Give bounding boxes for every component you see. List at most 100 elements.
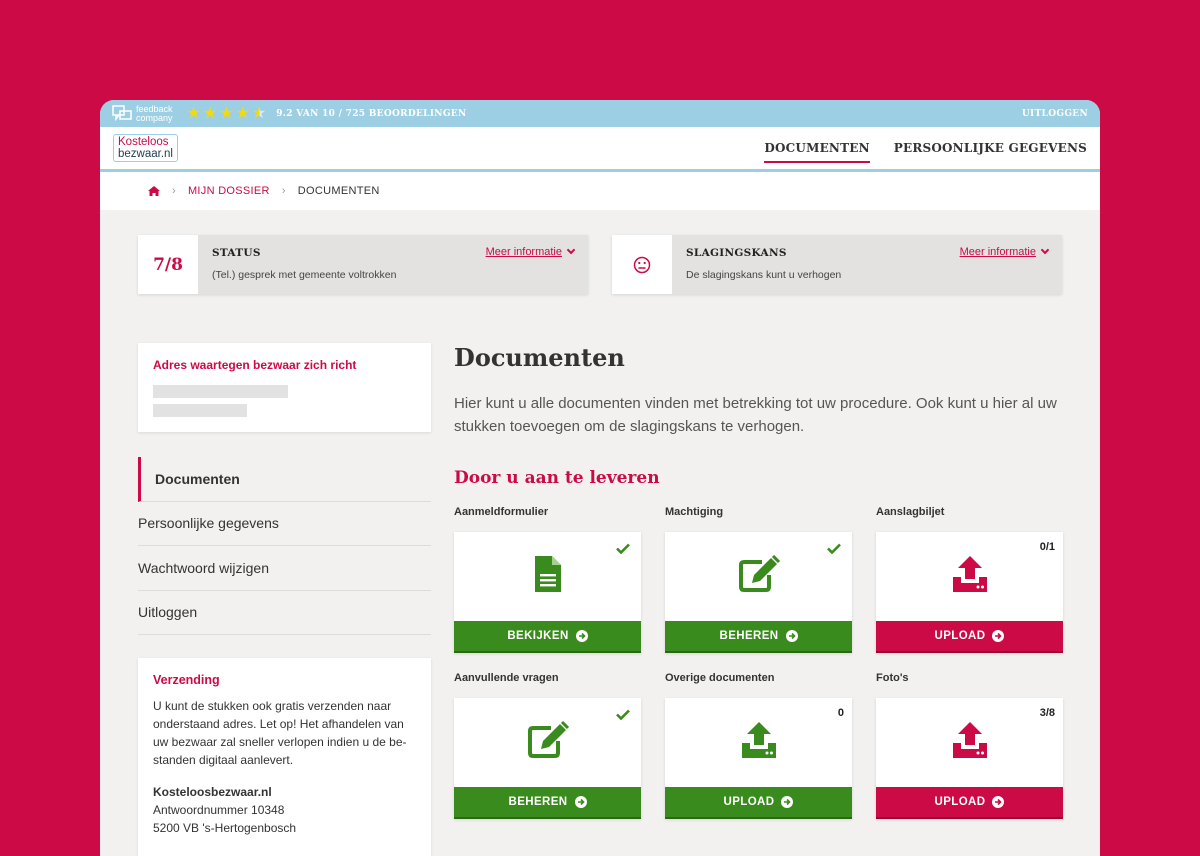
chance-more-info-link[interactable]: Meer informatie [960,245,1050,258]
nav-persoonlijke-gegevens[interactable]: PERSOONLIJKE GEGEVENS [894,135,1087,161]
document-item: Overige documenten 0 UPLOAD [665,672,852,819]
feedback-bar: feedback company ★ ★ ★ ★ ★ 9.2 VAN 10 / … [100,100,1100,127]
document-item: Machtiging BEHEREN [665,506,852,653]
chevron-down-icon [566,245,576,255]
document-card: 0/1 UPLOAD [876,532,1063,653]
status-step: 7/8 [138,235,198,294]
home-icon[interactable] [148,186,160,196]
page-intro: Hier kunt u alle documenten vinden met b… [454,395,1057,435]
document-action-button[interactable]: UPLOAD [876,787,1063,819]
arrow-right-circle-icon [574,796,587,808]
document-action-button[interactable]: UPLOAD [665,787,852,819]
star-icon: ★ [202,104,218,122]
document-action-button[interactable]: BEKIJKEN [454,621,641,653]
status-card: 7/8 STATUS (Tel.) gesprek met gemeente v… [138,235,588,294]
site-header: Kosteloos bezwaar.nl DOCUMENTEN PERSOONL… [100,127,1100,172]
edit-icon [738,554,780,598]
logo-line-2: bezwaar.nl [118,148,173,160]
section-title: Door u aan te leveren [454,468,660,488]
status-row: 7/8 STATUS (Tel.) gesprek met gemeente v… [138,235,1062,294]
side-nav-persoonlijke-gegevens[interactable]: Persoonlijke gegevens [138,502,431,546]
main-content: Documenten Hier kunt u alle documenten v… [454,343,1063,819]
document-label: Foto's [876,672,909,684]
half-star-icon: ★ [251,104,267,122]
document-count: 0/1 [1039,541,1055,553]
chevron-down-icon [1040,245,1050,255]
document-card: 0 UPLOAD [665,698,852,819]
status-more-info-link[interactable]: Meer informatie [486,245,576,258]
shipping-line-2: 5200 VB 's-Hertogenbosch [153,821,297,835]
rating-text: 9.2 VAN 10 / 725 BEOORDELINGEN [276,108,467,119]
arrow-right-circle-icon [781,796,794,808]
star-icon: ★ [186,104,201,122]
checkmark-icon [616,707,630,725]
arrow-right-circle-icon [992,796,1005,808]
chat-bubbles-icon [112,104,132,121]
document-item: Aanmeldformulier BEKIJKEN [454,506,641,653]
document-item: Aanslagbiljet 0/1 UPLOAD [876,506,1063,653]
document-label: Machtiging [665,506,724,518]
document-count: 3/8 [1039,707,1055,719]
arrow-right-circle-icon [575,630,588,642]
document-card: BEHEREN [665,532,852,653]
checkmark-icon [827,541,841,559]
document-item: Foto's 3/8 UPLOAD [876,672,1063,819]
document-item: Aanvullende vragen BEHEREN [454,672,641,819]
neutral-face-icon [612,235,672,294]
document-label: Overige documenten [665,672,775,684]
documents-grid: Aanmeldformulier BEKIJKEN Machtiging BEHERE… [454,506,1063,819]
side-nav-uitloggen[interactable]: Uitloggen [138,591,431,635]
side-nav-wachtwoord-wijzigen[interactable]: Wachtwoord wijzigen [138,546,431,591]
breadcrumb-mijn-dossier[interactable]: MIJN DOSSIER [188,185,270,197]
star-icon: ★ [219,104,234,122]
status-subtitle: (Tel.) gesprek met gemeente voltrokken [212,269,397,281]
main-nav: DOCUMENTEN PERSOONLIJKE GEGEVENS [764,127,1087,169]
document-action-button[interactable]: UPLOAD [876,621,1063,653]
shipping-name: Kosteloosbezwaar.nl [153,785,272,799]
left-column: Adres waartegen bezwaar zich richt Docum… [138,343,431,856]
address-card: Adres waartegen bezwaar zich richt [138,343,431,432]
shipping-address: Kosteloosbezwaar.nl Antwoordnummer 10348… [153,783,416,837]
arrow-right-circle-icon [785,630,798,642]
star-icon: ★ [235,104,250,122]
document-label: Aanslagbiljet [876,506,945,518]
side-nav-documenten[interactable]: Documenten [138,457,431,502]
document-action-button[interactable]: BEHEREN [454,787,641,819]
logo-line-1: Kosteloos [118,136,169,148]
app-window: feedback company ★ ★ ★ ★ ★ 9.2 VAN 10 / … [100,100,1100,856]
arrow-right-circle-icon [992,630,1005,642]
chevron-right-icon: › [172,185,176,197]
shipping-body: U kunt de stukken ook gratis verzenden n… [153,699,407,767]
feedback-line-2: company [136,112,173,123]
document-label: Aanvullende vragen [454,672,559,684]
document-label: Aanmeldformulier [454,506,549,518]
address-placeholder [153,385,288,398]
shipping-line-1: Antwoordnummer 10348 [153,803,285,817]
upload-icon [951,721,989,764]
document-count: 0 [837,707,844,719]
nav-documenten[interactable]: DOCUMENTEN [764,135,871,163]
side-nav: Documenten Persoonlijke gegevens Wachtwo… [138,457,431,635]
shipping-card: Verzending U kunt de stukken ook gratis … [138,658,431,856]
document-card: 3/8 UPLOAD [876,698,1063,819]
checkmark-icon [616,541,630,559]
chance-card: SLAGINGSKANS De slagingskans kunt u verh… [612,235,1062,294]
address-placeholder [153,404,247,417]
page-title: Documenten [454,343,625,372]
breadcrumb-documenten: DOCUMENTEN [297,185,380,197]
document-icon [534,556,561,597]
chevron-right-icon: › [281,185,286,197]
upload-icon [951,555,989,598]
address-card-title: Adres waartegen bezwaar zich richt [153,358,357,372]
site-logo[interactable]: Kosteloos bezwaar.nl [113,134,178,162]
shipping-title: Verzending [153,673,220,687]
rating-stars: ★ ★ ★ ★ ★ [186,104,267,122]
upload-icon [740,721,778,764]
document-card: BEKIJKEN [454,532,641,653]
edit-icon [527,720,569,764]
breadcrumb: › MIJN DOSSIER › DOCUMENTEN [100,172,1100,210]
logout-link-top[interactable]: UITLOGGEN [1022,109,1088,119]
feedback-company-logo: feedback company [112,104,173,123]
chance-subtitle: De slagingskans kunt u verhogen [686,269,842,281]
document-action-button[interactable]: BEHEREN [665,621,852,653]
